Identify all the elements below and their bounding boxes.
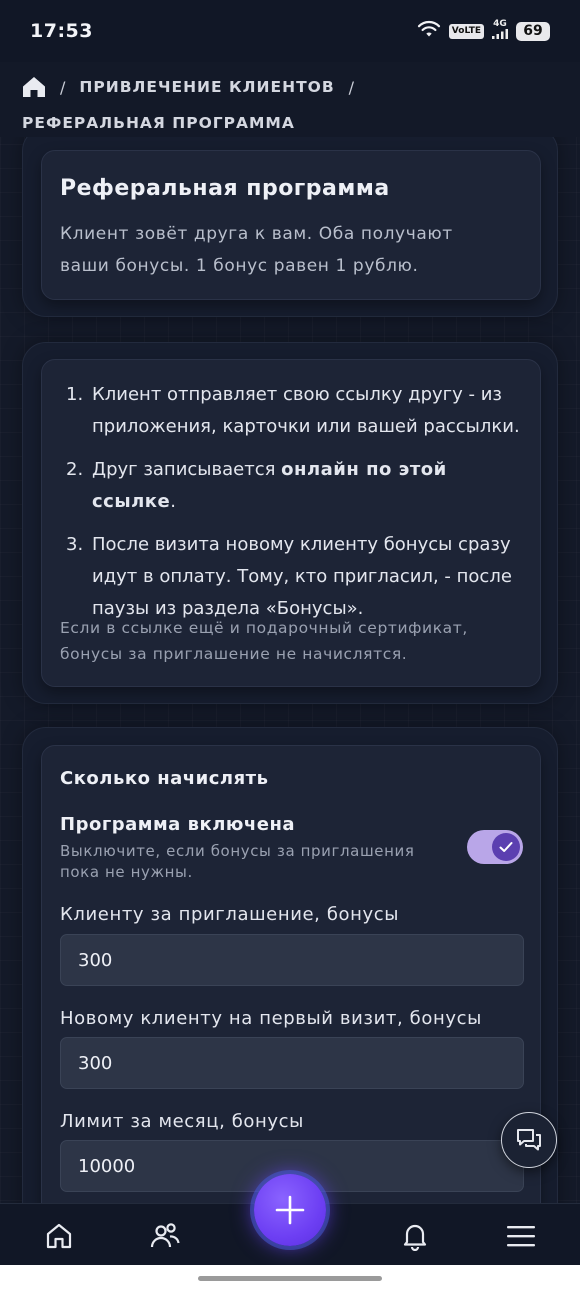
nav-home[interactable]: [37, 1214, 81, 1258]
program-enabled-toggle[interactable]: [467, 830, 523, 864]
step-item: 3. После визита новому клиенту бонусы ср…: [66, 534, 512, 619]
steps-section: 1. Клиент отправляет свою ссылку другу -…: [22, 342, 558, 704]
steps-list: 1. Клиент отправляет свою ссылку другу -…: [66, 379, 536, 636]
step-item: 2. Друг записывается онлайн по этой ссыл…: [66, 459, 447, 512]
intro-section: Реферальная программа Клиент зовёт друга…: [22, 137, 558, 317]
nav-notifications[interactable]: [393, 1214, 437, 1258]
intro-description: Клиент зовёт друга к вам. Оба получают в…: [60, 224, 453, 276]
toggle-hint: Выключите, если бонусы за приглашения по…: [60, 842, 415, 881]
system-gesture-area: [0, 1265, 580, 1289]
battery-indicator: 69: [516, 21, 550, 41]
breadcrumb-separator: /: [348, 77, 355, 97]
volte-badge: VoLTE: [448, 23, 484, 39]
toggle-knob: [492, 833, 520, 861]
settings-title: Сколько начислять: [60, 768, 269, 789]
first-visit-bonus-input[interactable]: [60, 1037, 524, 1089]
monthly-limit-label: Лимит за месяц, бонусы: [60, 1111, 304, 1132]
plus-icon: [274, 1194, 306, 1226]
check-icon: [499, 841, 513, 853]
breadcrumb-link-clients[interactable]: ПРИВЛЕЧЕНИЕ КЛИЕНТОВ: [79, 78, 334, 96]
settings-section: Сколько начислять Программа включена Вык…: [22, 727, 558, 1203]
breadcrumb: / ПРИВЛЕЧЕНИЕ КЛИЕНТОВ / РЕФЕРАЛЬНАЯ ПРО…: [0, 62, 580, 137]
settings-card: Сколько начислять Программа включена Вык…: [41, 745, 541, 1203]
bell-icon: [400, 1221, 430, 1251]
status-time: 17:53: [30, 20, 93, 42]
menu-icon: [506, 1224, 536, 1248]
network-type: 4G: [493, 19, 507, 29]
wifi-icon: [417, 20, 441, 42]
page-content: Реферальная программа Клиент зовёт друга…: [0, 137, 580, 1203]
page-title: Реферальная программа: [60, 176, 390, 201]
status-bar: 17:53 VoLTE 4G 69: [0, 0, 580, 62]
nav-clients[interactable]: [143, 1214, 187, 1258]
status-icons: VoLTE 4G 69: [417, 20, 550, 42]
breadcrumb-separator: /: [60, 77, 66, 97]
first-visit-bonus-label: Новому клиенту на первый визит, бонусы: [60, 1008, 482, 1029]
steps-card: 1. Клиент отправляет свою ссылку другу -…: [41, 359, 541, 687]
nav-menu[interactable]: [499, 1214, 543, 1258]
home-icon[interactable]: [22, 76, 46, 98]
intro-card: Реферальная программа Клиент зовёт друга…: [41, 150, 541, 300]
step-item: 1. Клиент отправляет свою ссылку другу -…: [66, 384, 520, 437]
home-icon: [44, 1221, 74, 1251]
signal-icon: 4G: [492, 20, 508, 42]
users-icon: [149, 1221, 181, 1251]
breadcrumb-current: РЕФЕРАЛЬНАЯ ПРОГРАММА: [22, 114, 295, 132]
steps-note: Если в ссылке ещё и подарочный сертифика…: [60, 619, 468, 663]
invite-bonus-label: Клиенту за приглашение, бонусы: [60, 904, 400, 925]
screen: 17:53 VoLTE 4G 69 / ПРИВЛЕЧЕНИЕ КЛИЕНТОВ…: [0, 0, 580, 1289]
invite-bonus-input[interactable]: [60, 934, 524, 986]
gesture-bar[interactable]: [198, 1276, 382, 1281]
chat-icon: [515, 1127, 543, 1153]
support-chat-button[interactable]: [501, 1112, 557, 1168]
toggle-label: Программа включена: [60, 814, 296, 835]
add-button[interactable]: [254, 1174, 326, 1246]
